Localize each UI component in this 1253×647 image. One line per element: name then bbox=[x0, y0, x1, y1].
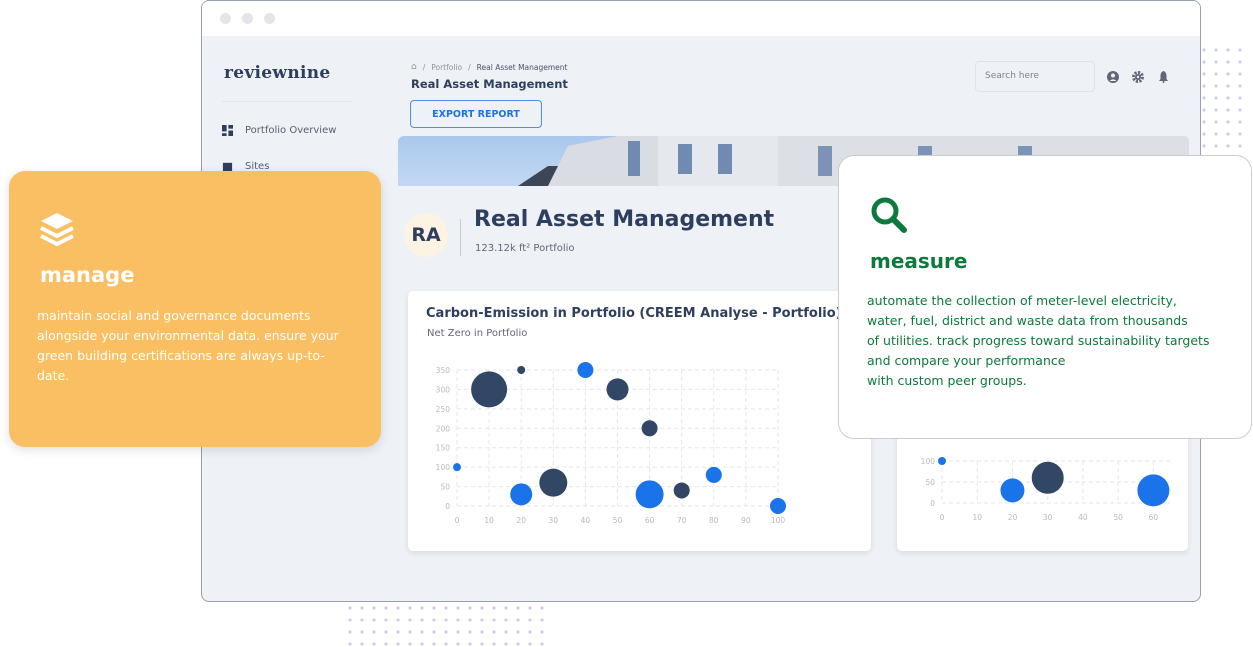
bubble bbox=[577, 362, 594, 378]
measure-card: measure automate the collection of meter… bbox=[838, 155, 1252, 439]
breadcrumb-portfolio[interactable]: Portfolio bbox=[431, 63, 462, 72]
x-tick-label: 20 bbox=[516, 516, 526, 525]
breadcrumb: ⌂ / Portfolio / Real Asset Management bbox=[411, 62, 568, 72]
user-icon[interactable] bbox=[1107, 71, 1119, 83]
measure-line: with custom peer groups. bbox=[867, 373, 1027, 388]
x-tick-label: 40 bbox=[1078, 513, 1088, 522]
x-tick-label: 10 bbox=[484, 516, 494, 525]
y-tick-label: 150 bbox=[436, 444, 451, 453]
x-tick-label: 40 bbox=[581, 516, 591, 525]
manage-text: maintain social and governance documents… bbox=[37, 308, 339, 383]
bubble bbox=[1031, 461, 1064, 494]
manage-title: manage bbox=[40, 263, 135, 287]
bubble bbox=[770, 498, 786, 514]
sidebar-divider bbox=[222, 101, 352, 102]
export-report-button[interactable]: EXPORT REPORT bbox=[410, 100, 542, 128]
window-dot[interactable] bbox=[264, 13, 275, 24]
portfolio-title: Real Asset Management bbox=[474, 207, 775, 232]
x-tick-label: 70 bbox=[677, 516, 687, 525]
y-tick-label: 100 bbox=[921, 457, 936, 466]
bubble bbox=[641, 420, 658, 437]
x-tick-label: 90 bbox=[741, 516, 751, 525]
search-icon bbox=[871, 197, 907, 233]
bubble bbox=[539, 468, 568, 497]
measure-line: of utilities. track progress toward sust… bbox=[867, 333, 1210, 348]
x-tick-label: 50 bbox=[613, 516, 623, 525]
bell-icon[interactable] bbox=[1158, 71, 1169, 83]
y-tick-label: 50 bbox=[925, 478, 935, 487]
chart-card-carbon: Carbon-Emission in Portfolio (CREEM Anal… bbox=[408, 291, 871, 551]
y-tick-label: 0 bbox=[445, 502, 450, 511]
logo: reviewnine bbox=[224, 63, 331, 83]
bubble bbox=[635, 480, 664, 509]
x-tick-label: 0 bbox=[455, 516, 460, 525]
x-tick-label: 60 bbox=[1149, 513, 1159, 522]
dashboard-icon bbox=[222, 125, 233, 136]
bubble bbox=[510, 483, 533, 506]
bubble-chart: 0 50 100 150 200 250 300 350 0 10 20 30 40 50 60 70 80 90… bbox=[436, 362, 786, 525]
layers-icon bbox=[40, 213, 74, 247]
bubble bbox=[517, 366, 526, 374]
x-tick-label: 0 bbox=[940, 513, 945, 522]
window-dot[interactable] bbox=[220, 13, 231, 24]
sidebar-item-portfolio-overview[interactable]: Portfolio Overview bbox=[222, 125, 336, 136]
portfolio-avatar: RA bbox=[404, 213, 448, 257]
x-tick-label: 50 bbox=[1113, 513, 1123, 522]
breadcrumb-current: Real Asset Management bbox=[476, 62, 568, 72]
y-tick-label: 200 bbox=[436, 424, 451, 433]
bubble bbox=[1137, 474, 1170, 507]
divider bbox=[460, 219, 461, 256]
x-tick-label: 30 bbox=[1043, 513, 1053, 522]
home-icon[interactable]: ⌂ bbox=[411, 62, 417, 72]
bubble bbox=[938, 457, 946, 465]
dot-pattern bbox=[344, 602, 544, 647]
x-tick-label: 20 bbox=[1008, 513, 1018, 522]
bubble bbox=[606, 378, 629, 401]
gear-icon[interactable] bbox=[1132, 71, 1144, 83]
bubble bbox=[453, 463, 461, 472]
manage-card: manage maintain social and governance do… bbox=[9, 171, 381, 447]
x-tick-label: 80 bbox=[709, 516, 719, 525]
y-tick-label: 50 bbox=[440, 483, 450, 492]
y-tick-label: 350 bbox=[436, 366, 451, 375]
measure-text: automate the collection of meter-level e… bbox=[867, 291, 1209, 391]
bubble bbox=[673, 482, 690, 499]
title-bar bbox=[202, 1, 1200, 36]
window-dot[interactable] bbox=[242, 13, 253, 24]
y-tick-label: 0 bbox=[930, 499, 935, 508]
bubble bbox=[1000, 478, 1025, 503]
portfolio-subtitle: 123.12k ft² Portfolio bbox=[475, 243, 575, 254]
bubble bbox=[705, 466, 722, 483]
y-tick-label: 100 bbox=[436, 463, 451, 472]
sidebar-item-label: Portfolio Overview bbox=[245, 125, 337, 136]
x-tick-label: 100 bbox=[771, 516, 786, 525]
page-title: Real Asset Management bbox=[411, 77, 568, 91]
x-tick-label: 30 bbox=[549, 516, 559, 525]
measure-line: automate the collection of meter-level e… bbox=[867, 293, 1177, 308]
measure-line: and compare your performance bbox=[867, 353, 1066, 368]
y-tick-label: 250 bbox=[436, 405, 451, 414]
measure-line: water, fuel, district and waste data fro… bbox=[867, 313, 1188, 328]
search-input[interactable]: Search here bbox=[975, 61, 1095, 92]
bubble bbox=[471, 371, 508, 408]
measure-title: measure bbox=[870, 249, 968, 273]
x-tick-label: 10 bbox=[972, 513, 982, 522]
y-tick-label: 300 bbox=[436, 385, 451, 394]
x-tick-label: 60 bbox=[645, 516, 655, 525]
